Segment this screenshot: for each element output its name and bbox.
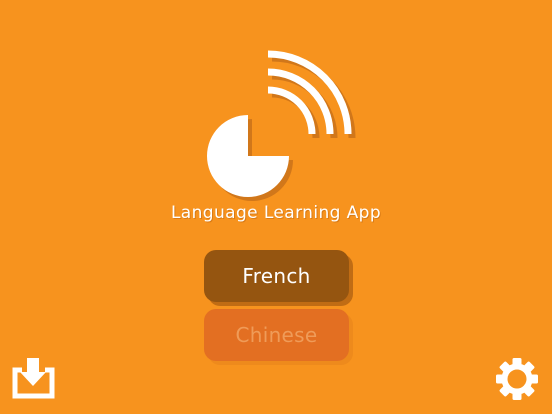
gear-icon[interactable] (494, 356, 540, 402)
french-button[interactable]: French (204, 250, 349, 302)
app-title: Language Learning App (170, 203, 382, 223)
download-icon[interactable] (10, 356, 56, 402)
chinese-button[interactable]: Chinese (204, 309, 349, 361)
pie-broadcast-logo-icon (207, 50, 356, 201)
